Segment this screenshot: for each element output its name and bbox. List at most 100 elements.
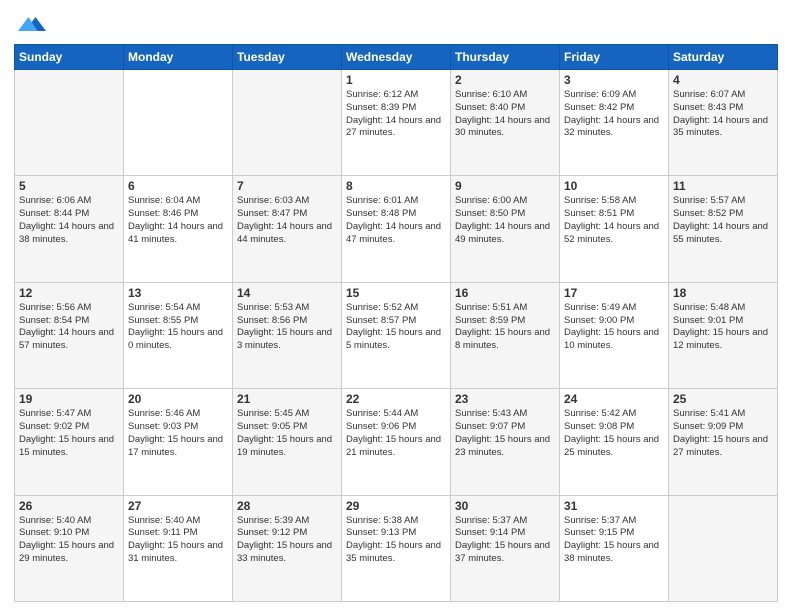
calendar-cell: 3 Sunrise: 6:09 AM Sunset: 8:42 PM Daylig…	[560, 70, 669, 176]
weekday-header-monday: Monday	[124, 45, 233, 70]
logo-icon	[18, 10, 46, 38]
day-number: 20	[128, 392, 228, 406]
calendar-cell: 21Sunrise: 5:45 AM Sunset: 9:05 PM Dayli…	[233, 389, 342, 495]
calendar-cell: 25 Sunrise: 5:41 AM Sunset: 9:09 PM Dayli…	[669, 389, 778, 495]
day-number: 25	[673, 392, 773, 406]
calendar-cell: 1 Sunrise: 6:12 AM Sunset: 8:39 PM Daylig…	[342, 70, 451, 176]
calendar-cell: 13 Sunrise: 5:54 AM Sunset: 8:55 PM Dayli…	[124, 282, 233, 388]
calendar-cell: 11 Sunrise: 5:57 AM Sunset: 8:52 PM Dayli…	[669, 176, 778, 282]
cell-info: Sunrise: 5:45 AM Sunset: 9:05 PM Dayligh…	[237, 408, 337, 459]
calendar-cell: 9 Sunrise: 6:00 AM Sunset: 8:50 PM Daylig…	[451, 176, 560, 282]
day-number: 16	[455, 286, 555, 300]
day-number: 12	[19, 286, 119, 300]
calendar-table: SundayMondayTuesdayWednesdayThursdayFrid…	[14, 44, 778, 602]
calendar-cell	[669, 495, 778, 601]
day-number: 10	[564, 179, 664, 193]
weekday-header-saturday: Saturday	[669, 45, 778, 70]
cell-info: Sunrise: 5:40 AM Sunset: 9:11 PM Dayligh…	[128, 515, 228, 566]
calendar-cell: 15Sunrise: 5:52 AM Sunset: 8:57 PM Dayli…	[342, 282, 451, 388]
cell-info: Sunrise: 6:01 AM Sunset: 8:48 PM Dayligh…	[346, 195, 446, 246]
cell-info: Sunrise: 6:09 AM Sunset: 8:42 PM Dayligh…	[564, 89, 664, 140]
calendar-cell: 4 Sunrise: 6:07 AM Sunset: 8:43 PM Daylig…	[669, 70, 778, 176]
day-number: 1	[346, 73, 446, 87]
day-number: 17	[564, 286, 664, 300]
cell-info: Sunrise: 5:52 AM Sunset: 8:57 PM Dayligh…	[346, 302, 446, 353]
cell-info: Sunrise: 6:00 AM Sunset: 8:50 PM Dayligh…	[455, 195, 555, 246]
calendar-cell	[124, 70, 233, 176]
cell-info: Sunrise: 5:53 AM Sunset: 8:56 PM Dayligh…	[237, 302, 337, 353]
weekday-header-tuesday: Tuesday	[233, 45, 342, 70]
day-number: 4	[673, 73, 773, 87]
calendar-cell: 17Sunrise: 5:49 AM Sunset: 9:00 PM Dayli…	[560, 282, 669, 388]
cell-info: Sunrise: 5:44 AM Sunset: 9:06 PM Dayligh…	[346, 408, 446, 459]
cell-info: Sunrise: 6:12 AM Sunset: 8:39 PM Dayligh…	[346, 89, 446, 140]
calendar-cell: 7 Sunrise: 6:03 AM Sunset: 8:47 PM Daylig…	[233, 176, 342, 282]
calendar-cell: 29 Sunrise: 5:38 AM Sunset: 9:13 PM Dayli…	[342, 495, 451, 601]
day-number: 2	[455, 73, 555, 87]
cell-info: Sunrise: 5:37 AM Sunset: 9:14 PM Dayligh…	[455, 515, 555, 566]
cell-info: Sunrise: 5:48 AM Sunset: 9:01 PM Dayligh…	[673, 302, 773, 353]
cell-info: Sunrise: 5:39 AM Sunset: 9:12 PM Dayligh…	[237, 515, 337, 566]
day-number: 7	[237, 179, 337, 193]
calendar-cell: 20 Sunrise: 5:46 AM Sunset: 9:03 PM Dayli…	[124, 389, 233, 495]
cell-info: Sunrise: 6:03 AM Sunset: 8:47 PM Dayligh…	[237, 195, 337, 246]
calendar-cell: 6Sunrise: 6:04 AM Sunset: 8:46 PM Daylig…	[124, 176, 233, 282]
cell-info: Sunrise: 5:43 AM Sunset: 9:07 PM Dayligh…	[455, 408, 555, 459]
weekday-header-sunday: Sunday	[15, 45, 124, 70]
page: SundayMondayTuesdayWednesdayThursdayFrid…	[0, 0, 792, 612]
day-number: 23	[455, 392, 555, 406]
calendar-cell: 16 Sunrise: 5:51 AM Sunset: 8:59 PM Dayli…	[451, 282, 560, 388]
day-number: 24	[564, 392, 664, 406]
cell-info: Sunrise: 5:51 AM Sunset: 8:59 PM Dayligh…	[455, 302, 555, 353]
calendar-cell: 5Sunrise: 6:06 AM Sunset: 8:44 PM Daylig…	[15, 176, 124, 282]
calendar-cell	[233, 70, 342, 176]
calendar-cell: 12 Sunrise: 5:56 AM Sunset: 8:54 PM Dayli…	[15, 282, 124, 388]
day-number: 26	[19, 499, 119, 513]
cell-info: Sunrise: 5:46 AM Sunset: 9:03 PM Dayligh…	[128, 408, 228, 459]
calendar-cell: 30 Sunrise: 5:37 AM Sunset: 9:14 PM Dayli…	[451, 495, 560, 601]
cell-info: Sunrise: 6:10 AM Sunset: 8:40 PM Dayligh…	[455, 89, 555, 140]
header	[14, 10, 778, 38]
cell-info: Sunrise: 6:07 AM Sunset: 8:43 PM Dayligh…	[673, 89, 773, 140]
calendar-cell: 10 Sunrise: 5:58 AM Sunset: 8:51 PM Dayli…	[560, 176, 669, 282]
day-number: 14	[237, 286, 337, 300]
day-number: 30	[455, 499, 555, 513]
cell-info: Sunrise: 5:57 AM Sunset: 8:52 PM Dayligh…	[673, 195, 773, 246]
day-number: 8	[346, 179, 446, 193]
cell-info: Sunrise: 5:42 AM Sunset: 9:08 PM Dayligh…	[564, 408, 664, 459]
weekday-header-thursday: Thursday	[451, 45, 560, 70]
day-number: 31	[564, 499, 664, 513]
day-number: 18	[673, 286, 773, 300]
cell-info: Sunrise: 5:37 AM Sunset: 9:15 PM Dayligh…	[564, 515, 664, 566]
day-number: 9	[455, 179, 555, 193]
day-number: 29	[346, 499, 446, 513]
cell-info: Sunrise: 5:38 AM Sunset: 9:13 PM Dayligh…	[346, 515, 446, 566]
cell-info: Sunrise: 6:04 AM Sunset: 8:46 PM Dayligh…	[128, 195, 228, 246]
logo	[14, 10, 46, 38]
cell-info: Sunrise: 5:41 AM Sunset: 9:09 PM Dayligh…	[673, 408, 773, 459]
calendar-cell: 23 Sunrise: 5:43 AM Sunset: 9:07 PM Dayli…	[451, 389, 560, 495]
cell-info: Sunrise: 5:58 AM Sunset: 8:51 PM Dayligh…	[564, 195, 664, 246]
cell-info: Sunrise: 5:54 AM Sunset: 8:55 PM Dayligh…	[128, 302, 228, 353]
cell-info: Sunrise: 5:56 AM Sunset: 8:54 PM Dayligh…	[19, 302, 119, 353]
calendar-cell: 22 Sunrise: 5:44 AM Sunset: 9:06 PM Dayli…	[342, 389, 451, 495]
calendar-cell: 27 Sunrise: 5:40 AM Sunset: 9:11 PM Dayli…	[124, 495, 233, 601]
day-number: 13	[128, 286, 228, 300]
cell-info: Sunrise: 6:06 AM Sunset: 8:44 PM Dayligh…	[19, 195, 119, 246]
calendar-cell	[15, 70, 124, 176]
weekday-header-wednesday: Wednesday	[342, 45, 451, 70]
calendar-cell: 31 Sunrise: 5:37 AM Sunset: 9:15 PM Dayli…	[560, 495, 669, 601]
calendar-cell: 14 Sunrise: 5:53 AM Sunset: 8:56 PM Dayli…	[233, 282, 342, 388]
day-number: 3	[564, 73, 664, 87]
calendar-cell: 24 Sunrise: 5:42 AM Sunset: 9:08 PM Dayli…	[560, 389, 669, 495]
day-number: 22	[346, 392, 446, 406]
day-number: 27	[128, 499, 228, 513]
weekday-header-friday: Friday	[560, 45, 669, 70]
calendar-cell: 2 Sunrise: 6:10 AM Sunset: 8:40 PM Daylig…	[451, 70, 560, 176]
calendar-cell: 28 Sunrise: 5:39 AM Sunset: 9:12 PM Dayli…	[233, 495, 342, 601]
day-number: 28	[237, 499, 337, 513]
cell-info: Sunrise: 5:40 AM Sunset: 9:10 PM Dayligh…	[19, 515, 119, 566]
day-number: 11	[673, 179, 773, 193]
calendar-cell: 8 Sunrise: 6:01 AM Sunset: 8:48 PM Daylig…	[342, 176, 451, 282]
calendar-cell: 26 Sunrise: 5:40 AM Sunset: 9:10 PM Dayli…	[15, 495, 124, 601]
